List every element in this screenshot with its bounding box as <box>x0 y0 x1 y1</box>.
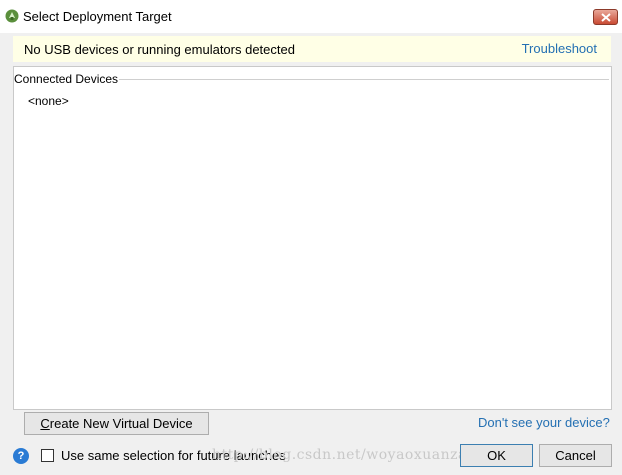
banner-message: No USB devices or running emulators dete… <box>24 42 295 57</box>
device-list-panel[interactable]: Connected Devices <none> <box>13 66 612 410</box>
troubleshoot-link[interactable]: Troubleshoot <box>522 41 597 56</box>
empty-device-item: <none> <box>28 94 69 108</box>
window-title: Select Deployment Target <box>23 9 172 24</box>
create-button-label: reate New Virtual Device <box>49 416 193 431</box>
cancel-button[interactable]: Cancel <box>539 444 612 467</box>
android-studio-icon <box>5 9 19 23</box>
close-icon <box>601 13 611 22</box>
ok-button[interactable]: OK <box>460 444 533 467</box>
title-bar: Select Deployment Target <box>0 0 622 33</box>
close-button[interactable] <box>593 9 618 25</box>
create-virtual-device-button[interactable]: Create New Virtual Device <box>24 412 209 435</box>
create-button-mnemonic: C <box>40 416 50 431</box>
dont-see-device-link[interactable]: Don't see your device? <box>478 415 610 430</box>
deployment-dialog: Select Deployment Target No USB devices … <box>0 0 622 475</box>
same-selection-checkbox[interactable] <box>41 449 54 462</box>
no-devices-banner: No USB devices or running emulators dete… <box>13 36 611 62</box>
section-divider <box>119 79 609 80</box>
help-icon[interactable]: ? <box>13 448 29 464</box>
connected-devices-heading: Connected Devices <box>14 72 119 86</box>
